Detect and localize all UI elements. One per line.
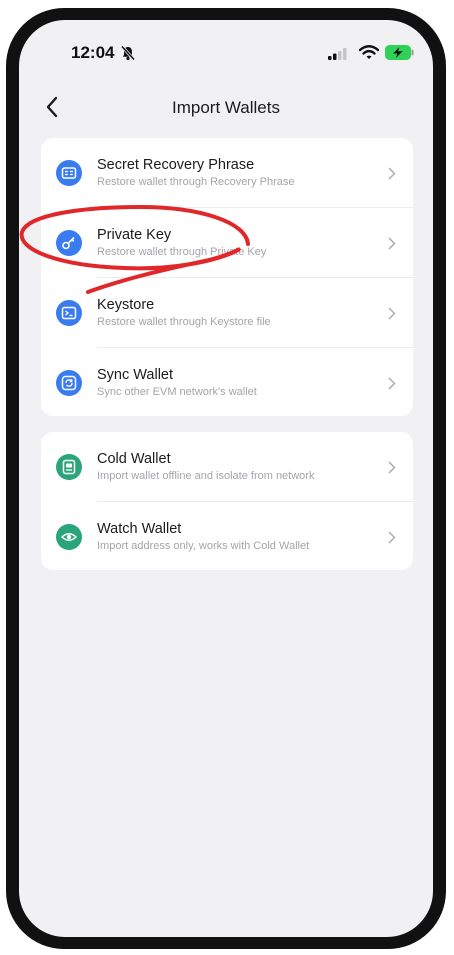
chevron-right-icon xyxy=(388,461,396,479)
import-methods-card: Secret Recovery Phrase Restore wallet th… xyxy=(41,138,413,416)
recovery-phrase-icon xyxy=(56,160,82,186)
battery-charging-icon xyxy=(385,45,415,65)
keystore-icon xyxy=(56,300,82,326)
option-private-key[interactable]: Private Key Restore wallet through Priva… xyxy=(41,208,413,278)
option-secret-recovery-phrase[interactable]: Secret Recovery Phrase Restore wallet th… xyxy=(41,138,413,208)
option-title: Secret Recovery Phrase xyxy=(97,157,255,173)
silent-mode-icon xyxy=(120,45,136,66)
cellular-signal-icon xyxy=(328,47,348,65)
chevron-right-icon xyxy=(388,307,396,325)
option-sync-wallet[interactable]: Sync Wallet Sync other EVM network's wal… xyxy=(41,348,413,418)
screen: 12:04 Import Wallets Secret Recovery Phr… xyxy=(19,20,433,937)
wifi-icon xyxy=(358,45,380,65)
status-bar: 12:04 xyxy=(19,20,433,80)
option-cold-wallet[interactable]: Cold Wallet Import wallet offline and is… xyxy=(41,432,413,502)
eye-icon xyxy=(56,524,82,550)
option-subtitle: Import wallet offline and isolate from n… xyxy=(97,470,315,482)
option-keystore[interactable]: Keystore Restore wallet through Keystore… xyxy=(41,278,413,348)
phone-frame: 12:04 Import Wallets Secret Recovery Phr… xyxy=(6,8,446,949)
option-watch-wallet[interactable]: Watch Wallet Import address only, works … xyxy=(41,502,413,572)
option-subtitle: Restore wallet through Keystore file xyxy=(97,316,271,328)
option-subtitle: Restore wallet through Recovery Phrase xyxy=(97,176,295,188)
option-title: Sync Wallet xyxy=(97,367,174,383)
status-time: 12:04 xyxy=(71,43,115,62)
chevron-right-icon xyxy=(388,377,396,395)
option-title: Cold Wallet xyxy=(97,451,171,467)
cold-wallet-icon xyxy=(56,454,82,480)
option-title: Private Key xyxy=(97,227,172,243)
page-title: Import Wallets xyxy=(171,98,280,117)
chevron-right-icon xyxy=(388,237,396,255)
option-subtitle: Sync other EVM network's wallet xyxy=(97,386,257,398)
option-subtitle: Import address only, works with Cold Wal… xyxy=(97,540,310,552)
chevron-right-icon xyxy=(388,531,396,549)
navigation-bar: Import Wallets xyxy=(19,88,433,128)
option-title: Watch Wallet xyxy=(97,521,182,537)
option-subtitle: Restore wallet through Private Key xyxy=(97,246,267,258)
key-icon xyxy=(56,230,82,256)
chevron-right-icon xyxy=(388,167,396,185)
sync-icon xyxy=(56,370,82,396)
cold-wallet-card: Cold Wallet Import wallet offline and is… xyxy=(41,432,413,570)
option-title: Keystore xyxy=(97,297,155,313)
